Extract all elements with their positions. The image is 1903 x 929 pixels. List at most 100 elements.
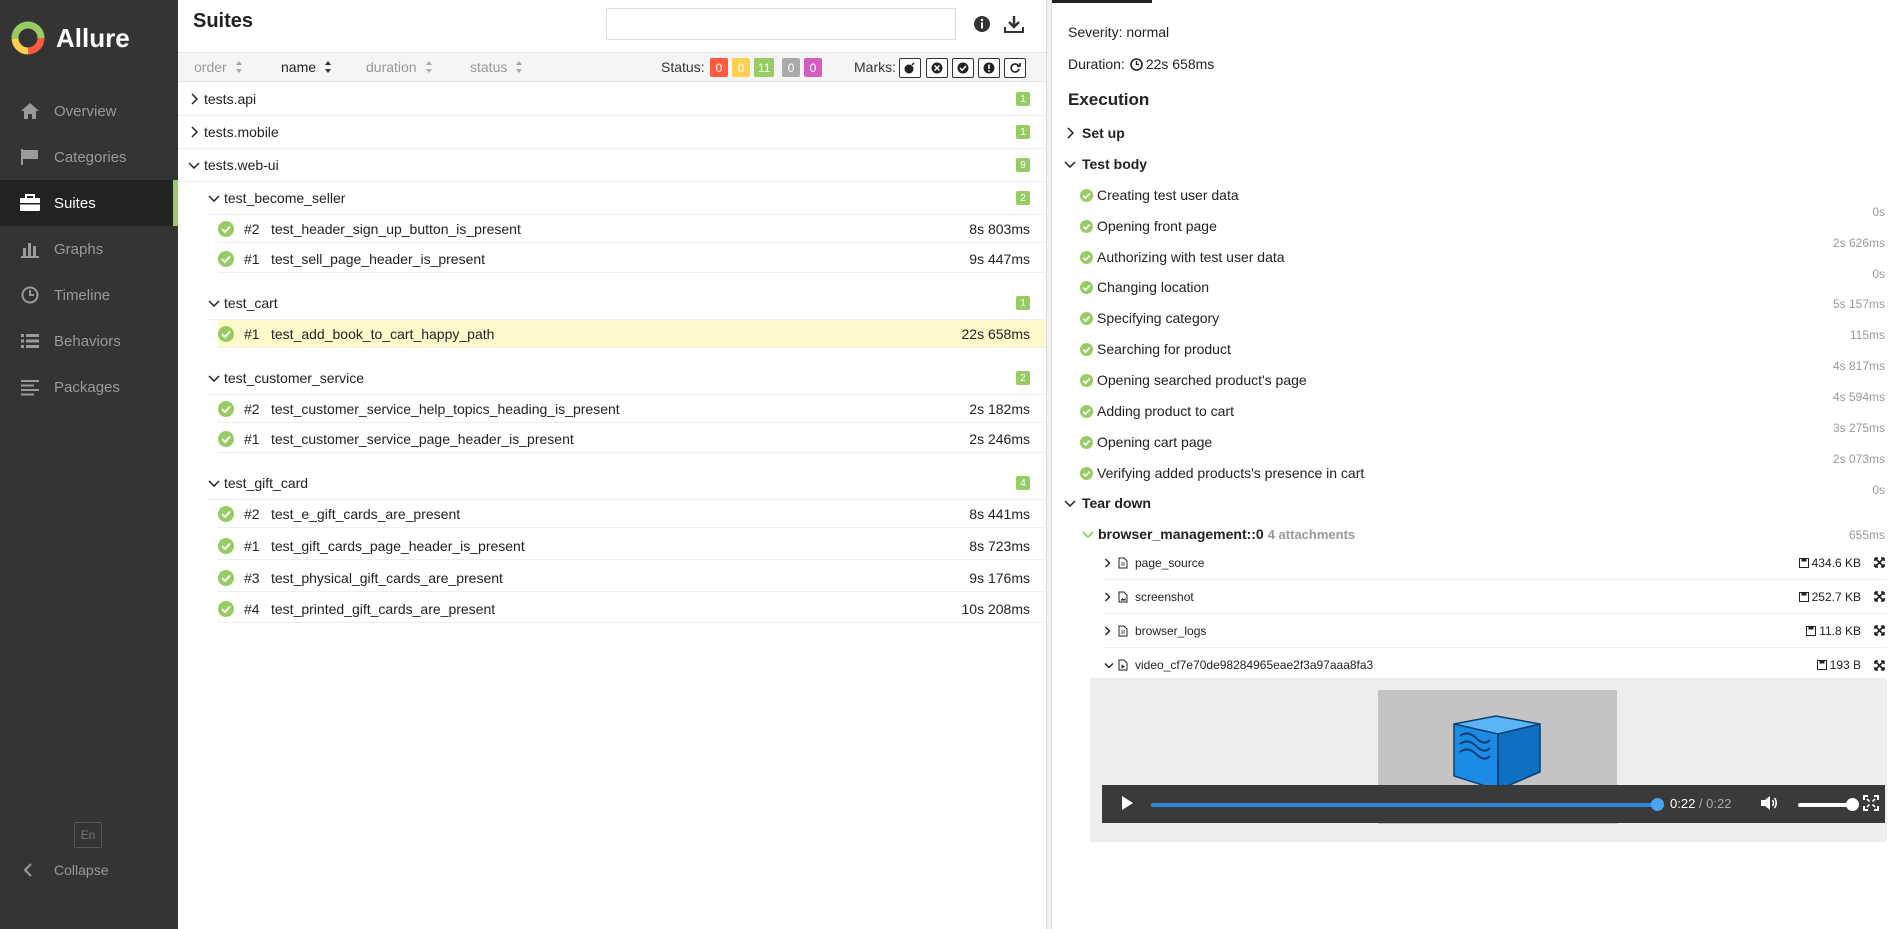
sidebar-item-categories[interactable]: Categories [0, 134, 178, 180]
step-row[interactable]: Creating test user data [1080, 187, 1239, 203]
sidebar-item-timeline[interactable]: Timeline [0, 272, 178, 318]
suite-group-row[interactable]: tests.api 1 [178, 83, 1046, 116]
test-case-row-selected[interactable]: #1 test_add_book_to_cart_happy_path 22s … [218, 320, 1046, 348]
suite-subgroup-row[interactable]: test_cart 1 [208, 287, 1046, 320]
test-case-row[interactable]: #3 test_physical_gift_cards_are_present … [218, 564, 1046, 592]
info-icon[interactable] [972, 14, 992, 34]
list-icon [18, 330, 42, 352]
attachment-row[interactable]: screenshot 252.7 KB [1104, 580, 1887, 614]
test-body-section[interactable]: Test body [1064, 156, 1147, 172]
attachment-name: screenshot [1135, 589, 1194, 604]
step-row[interactable]: Adding product to cart [1080, 403, 1234, 419]
suites-pane: Suites order name duration status Status… [178, 0, 1046, 929]
test-duration: 9s 447ms [969, 250, 1030, 267]
step-row[interactable]: Opening searched product's page [1080, 372, 1307, 388]
suite-count-badge: 4 [1016, 476, 1030, 490]
setup-section[interactable]: Set up [1064, 125, 1125, 141]
sidebar-item-packages[interactable]: Packages [0, 364, 178, 410]
step-row[interactable]: Verifying added products's presence in c… [1080, 465, 1364, 481]
suite-group-row[interactable]: tests.web-ui 9 [178, 149, 1046, 182]
expand-icon[interactable] [1873, 557, 1885, 569]
collapse-button[interactable]: Collapse [18, 862, 108, 878]
test-case-row[interactable]: #2 test_e_gift_cards_are_present 8s 441m… [218, 500, 1046, 528]
test-name: test_add_book_to_cart_happy_path [271, 325, 495, 342]
video-progress-bar[interactable] [1151, 798, 1664, 811]
suite-subgroup-row[interactable]: test_customer_service 2 [208, 362, 1046, 395]
suite-subgroup-name: test_customer_service [224, 370, 365, 386]
step-row[interactable]: Specifying category [1080, 310, 1219, 326]
brand[interactable]: Allure [10, 18, 130, 58]
expand-icon[interactable] [1873, 659, 1885, 671]
sort-order[interactable]: order [194, 59, 243, 75]
sort-name[interactable]: name [281, 59, 332, 75]
suite-group-row[interactable]: tests.mobile 1 [178, 116, 1046, 149]
fixture-name: browser_management::0 [1098, 526, 1264, 542]
sidebar-item-graphs[interactable]: Graphs [0, 226, 178, 272]
step-row[interactable]: Authorizing with test user data [1080, 249, 1285, 265]
sidebar-item-behaviors[interactable]: Behaviors [0, 318, 178, 364]
test-name: test_customer_service_help_topics_headin… [271, 400, 620, 417]
mark-new-broken-icon[interactable] [978, 58, 1000, 78]
suite-subgroup-row[interactable]: test_gift_card 4 [208, 467, 1046, 500]
test-case-row[interactable]: #2 test_customer_service_help_topics_hea… [218, 395, 1046, 423]
step-name: Creating test user data [1097, 187, 1239, 203]
sort-duration[interactable]: duration [366, 59, 433, 75]
sidebar-item-suites[interactable]: Suites [0, 180, 178, 226]
test-case-row[interactable]: #1 test_sell_page_header_is_present 9s 4… [218, 245, 1046, 273]
test-number: #2 [244, 505, 260, 522]
duration-field: Duration: 22s 658ms [1068, 56, 1214, 72]
status-filter-failed[interactable]: 0 [710, 58, 728, 77]
sort-status[interactable]: status [470, 59, 523, 75]
search-input[interactable] [606, 8, 956, 40]
mark-retries-icon[interactable] [1004, 58, 1026, 78]
suite-count-badge: 2 [1016, 191, 1030, 205]
teardown-section[interactable]: Tear down [1064, 495, 1151, 511]
attachment-row[interactable]: video_cf7e70de98284965eae2f3a97aaa8fa3 1… [1104, 648, 1887, 682]
status-filter-broken[interactable]: 0 [732, 58, 750, 77]
attachment-row[interactable]: browser_logs 11.8 KB [1104, 614, 1887, 648]
language-selector[interactable]: En [74, 822, 102, 848]
attachment-row[interactable]: page_source 434.6 KB [1104, 546, 1887, 580]
clock-icon [1130, 57, 1143, 71]
mark-new-failed-icon[interactable] [926, 58, 948, 78]
test-case-row[interactable]: #2 test_header_sign_up_button_is_present… [218, 215, 1046, 243]
status-filter-skipped[interactable]: 0 [782, 58, 800, 77]
sidebar: Allure Overview Categories Suites Graphs… [0, 0, 178, 929]
bar-chart-icon [18, 238, 42, 260]
status-filter-passed[interactable]: 11 [754, 58, 775, 77]
sidebar-item-overview[interactable]: Overview [0, 88, 178, 134]
video-total-time: 0:22 [1706, 796, 1732, 811]
step-row[interactable]: Opening cart page [1080, 434, 1212, 450]
test-case-row[interactable]: #1 test_customer_service_page_header_is_… [218, 425, 1046, 453]
chevron-right-icon [188, 93, 200, 105]
suites-header: Suites [178, 0, 1046, 50]
expand-icon[interactable] [1873, 625, 1885, 637]
mark-new-passed-icon[interactable] [952, 58, 974, 78]
step-row[interactable]: Opening front page [1080, 218, 1217, 234]
passed-icon [218, 250, 234, 267]
volume-handle[interactable] [1846, 798, 1859, 811]
file-text-icon [1118, 557, 1130, 569]
chevron-down-icon [208, 194, 220, 202]
suite-subgroup-row[interactable]: test_become_seller 2 [208, 182, 1046, 215]
test-case-row[interactable]: #4 test_printed_gift_cards_are_present 1… [218, 595, 1046, 623]
step-row[interactable]: Searching for product [1080, 341, 1231, 357]
download-icon[interactable] [1004, 14, 1024, 34]
save-icon [1798, 591, 1809, 602]
status-filter-unknown[interactable]: 0 [804, 58, 822, 77]
suite-count-badge: 1 [1016, 125, 1030, 139]
test-name: test_sell_page_header_is_present [271, 250, 486, 267]
play-icon[interactable] [1120, 795, 1134, 814]
passed-icon [1080, 435, 1093, 449]
step-row[interactable]: Changing location [1080, 279, 1209, 295]
fixture-row[interactable]: browser_management::0 4 attachments [1082, 526, 1355, 542]
sort-duration-label: duration [366, 59, 417, 75]
test-case-row[interactable]: #1 test_gift_cards_page_header_is_presen… [218, 532, 1046, 560]
fullscreen-icon[interactable] [1863, 795, 1879, 814]
volume-slider[interactable] [1798, 798, 1859, 811]
video-progress-handle[interactable] [1651, 798, 1664, 811]
expand-icon[interactable] [1873, 591, 1885, 603]
mark-flaky-icon[interactable] [899, 58, 921, 78]
volume-icon[interactable] [1760, 795, 1778, 814]
attachment-size-value: 434.6 KB [1811, 555, 1861, 570]
